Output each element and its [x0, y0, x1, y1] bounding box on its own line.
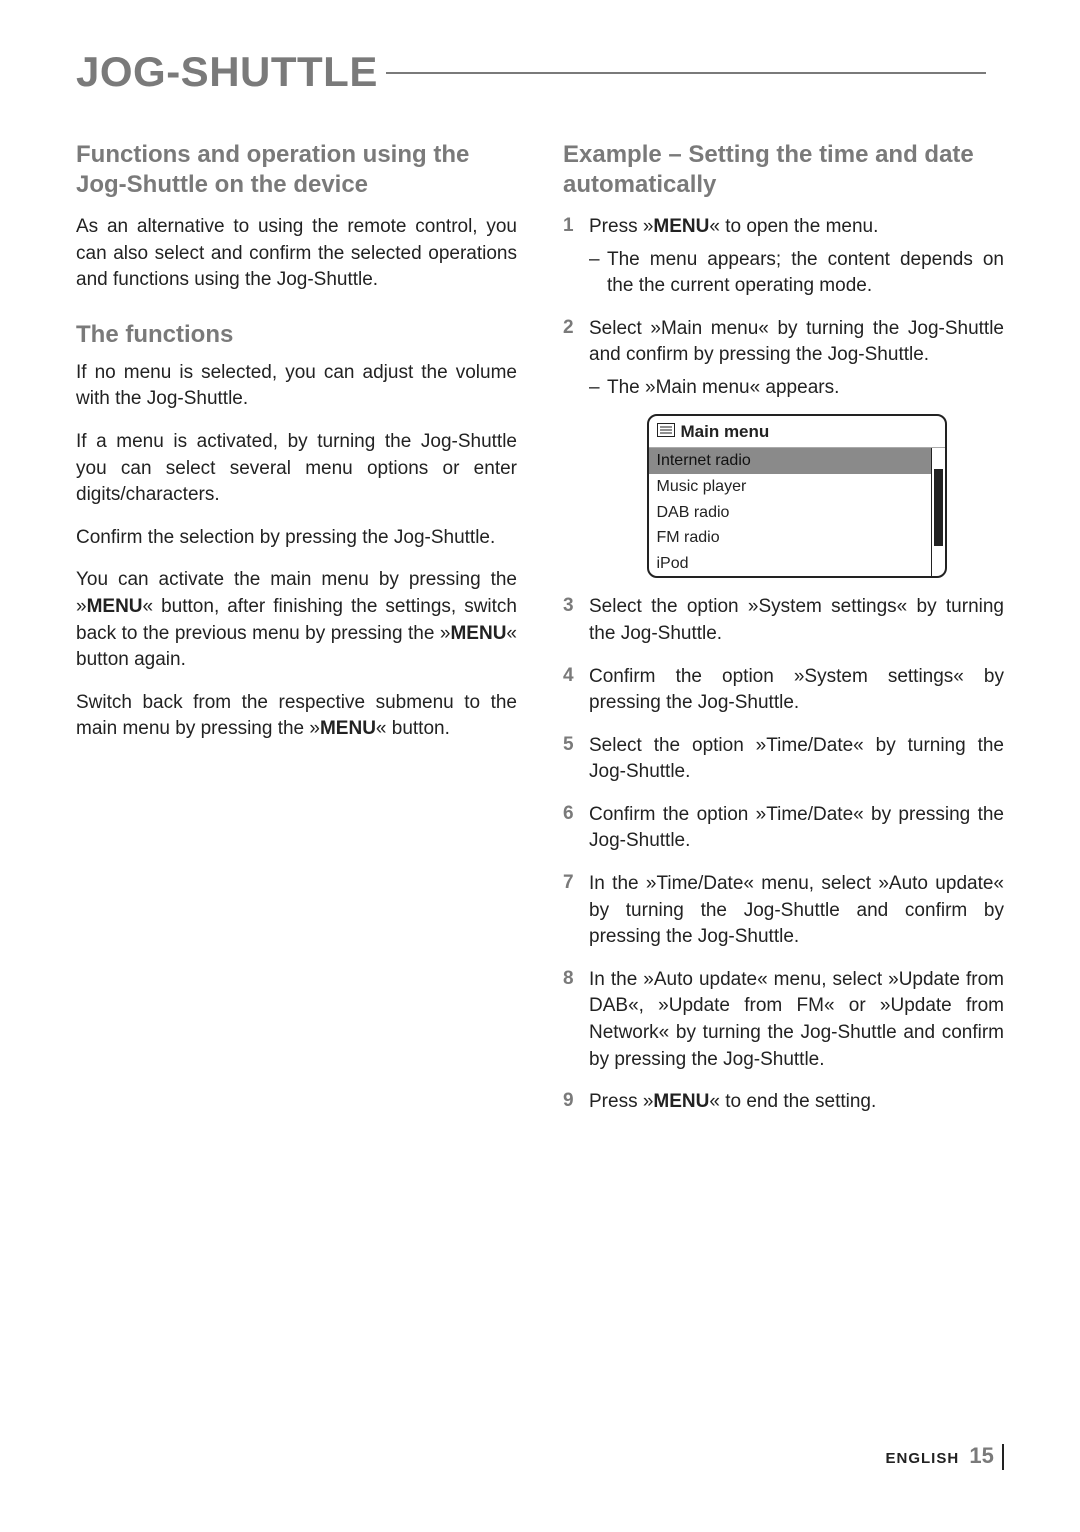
lcd-item-selected: Internet radio — [649, 448, 931, 474]
lcd-list: Internet radio Music player DAB radio FM… — [649, 448, 931, 576]
page-title-text: JOG-SHUTTLE — [76, 48, 378, 95]
step-7: 7 In the »Time/Date« menu, select »Auto … — [563, 871, 1004, 951]
step-2: 2 Select »Main menu« by turning the Jog-… — [563, 316, 1004, 579]
footer-page-number: 15 — [969, 1443, 993, 1468]
steps-list: 1 Press »MENU« to open the menu. The men… — [563, 214, 1004, 1116]
lcd-title: Main menu — [681, 420, 770, 444]
left-p4: Confirm the selection by pressing the Jo… — [76, 525, 517, 552]
left-column: Functions and operation using the Jog-Sh… — [76, 140, 517, 1132]
step-1: 1 Press »MENU« to open the menu. The men… — [563, 214, 1004, 300]
step-5: 5 Select the option »Time/Date« by turni… — [563, 733, 1004, 786]
left-p5: You can activate the main menu by pressi… — [76, 567, 517, 673]
title-rule — [386, 72, 986, 74]
left-p3: If a menu is activated, by turning the J… — [76, 429, 517, 509]
menu-button-label: MENU — [87, 596, 143, 617]
lcd-item: Music player — [649, 474, 931, 500]
left-p6: Switch back from the respective submenu … — [76, 690, 517, 743]
lcd-item: FM radio — [649, 525, 931, 551]
two-columns: Functions and operation using the Jog-Sh… — [76, 140, 1004, 1132]
left-heading: Functions and operation using the Jog-Sh… — [76, 140, 517, 200]
lcd-title-row: Main menu — [649, 416, 945, 449]
footer-language: ENGLISH — [885, 1450, 959, 1467]
menu-button-label: MENU — [450, 623, 506, 644]
page-title: JOG-SHUTTLE — [76, 48, 1004, 96]
left-p2: If no menu is selected, you can adjust t… — [76, 360, 517, 413]
lcd-scrollbar — [931, 448, 945, 576]
menu-button-label: MENU — [320, 718, 376, 739]
step-3: 3 Select the option »System settings« by… — [563, 594, 1004, 647]
step-8: 8 In the »Auto update« menu, select »Upd… — [563, 967, 1004, 1073]
left-p1: As an alternative to using the remote co… — [76, 214, 517, 294]
lcd-scrollbar-thumb — [934, 469, 943, 546]
right-column: Example – Setting the time and date auto… — [563, 140, 1004, 1132]
lcd-item: iPod — [649, 551, 931, 577]
step-6: 6 Confirm the option »Time/Date« by pres… — [563, 802, 1004, 855]
list-icon — [657, 420, 681, 444]
right-heading: Example – Setting the time and date auto… — [563, 140, 1004, 200]
lcd-screen: Main menu Internet radio Music player DA… — [647, 414, 947, 579]
lcd-item: DAB radio — [649, 500, 931, 526]
page-footer: ENGLISH 15 — [885, 1443, 1004, 1472]
step-9: 9 Press »MENU« to end the setting. — [563, 1089, 1004, 1116]
footer-bar — [1002, 1444, 1004, 1470]
menu-button-label: MENU — [653, 1091, 709, 1112]
left-subheading: The functions — [76, 320, 517, 350]
menu-button-label: MENU — [653, 216, 709, 237]
step-4: 4 Confirm the option »System settings« b… — [563, 664, 1004, 717]
